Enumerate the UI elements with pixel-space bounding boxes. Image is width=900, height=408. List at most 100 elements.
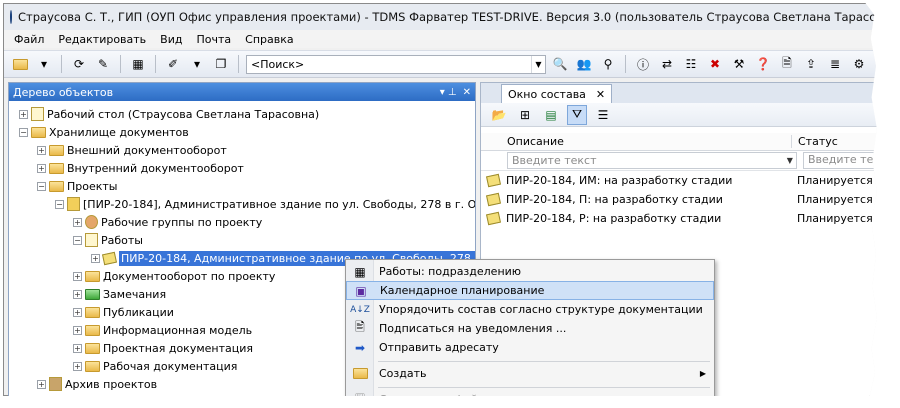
- calendar-grid-icon: ▦: [354, 264, 366, 279]
- context-menu-item-calendar-planning[interactable]: ▣ Календарное планирование: [346, 281, 714, 300]
- save-icon: 🖫: [354, 391, 366, 405]
- settings-icon[interactable]: ⚙: [849, 54, 869, 74]
- tree-item-projects[interactable]: − Проекты: [37, 177, 118, 195]
- sort-az-icon: A↓Z: [350, 304, 370, 315]
- menu-view[interactable]: Вид: [160, 33, 182, 46]
- tree-item-desktop[interactable]: + Рабочий стол (Страусова Светлана Тарас…: [19, 105, 319, 123]
- column-header-description[interactable]: Описание: [481, 135, 791, 148]
- help-icon[interactable]: ❓: [753, 54, 773, 74]
- context-menu-item-subscribe[interactable]: 🖹 Подписаться на уведомления ...: [346, 319, 714, 338]
- info-icon[interactable]: ⓘ: [633, 54, 653, 74]
- column-header-status[interactable]: Статус: [791, 135, 877, 148]
- tree-item-works[interactable]: − Работы: [73, 231, 143, 249]
- tree-item-archive[interactable]: + Архив проектов: [37, 375, 157, 393]
- close-icon[interactable]: ✕: [596, 88, 605, 101]
- expand-icon[interactable]: +: [73, 271, 82, 281]
- menu-file[interactable]: Файл: [14, 33, 44, 46]
- edit-icon[interactable]: ✎: [93, 54, 113, 74]
- expand-icon[interactable]: +: [73, 361, 82, 371]
- expand-icon[interactable]: +: [73, 289, 82, 299]
- expand-icon[interactable]: +: [37, 163, 46, 173]
- delete-icon[interactable]: ✖: [705, 54, 725, 74]
- chevron-down-icon[interactable]: ▼: [531, 55, 545, 73]
- search-icon[interactable]: 🔍: [550, 54, 570, 74]
- menu-help[interactable]: Справка: [245, 33, 293, 46]
- open-folder-icon[interactable]: [10, 54, 30, 74]
- tools-icon[interactable]: ⚒: [729, 54, 749, 74]
- tree-item-external-docflow[interactable]: + Внешний документооборот: [37, 141, 227, 159]
- expand-icon[interactable]: +: [19, 109, 28, 119]
- export-excel-icon[interactable]: ▤: [541, 105, 561, 125]
- pen-icon[interactable]: ✐: [163, 54, 183, 74]
- expand-icon[interactable]: +: [73, 325, 82, 335]
- table-row[interactable]: ПИР-20-184, П: на разработку стадии План…: [481, 190, 877, 209]
- tab-composition[interactable]: Окно состава ✕: [501, 84, 613, 103]
- users-icon[interactable]: ☷: [681, 54, 701, 74]
- expand-icon[interactable]: +: [91, 253, 100, 263]
- hierarchy-icon[interactable]: ⊞: [515, 105, 535, 125]
- status-filter-input[interactable]: Введите текст: [802, 152, 877, 169]
- work-icon: [485, 211, 502, 226]
- tree-item-work-groups[interactable]: + Рабочие группы по проекту: [73, 213, 262, 231]
- tree-item-project-docs[interactable]: + Проектная документация: [73, 339, 253, 357]
- description-filter-input[interactable]: Введите текст ▼: [507, 152, 797, 169]
- advanced-search-icon[interactable]: ⚲: [598, 54, 618, 74]
- context-menu-item-create[interactable]: Создать ▶: [346, 364, 714, 383]
- refresh-icon[interactable]: ⟳: [69, 54, 89, 74]
- list-icon[interactable]: ≣: [825, 54, 845, 74]
- dropdown-arrow-icon[interactable]: ▾: [187, 54, 207, 74]
- window-title: Страусова С. Т., ГИП (ОУП Офис управлени…: [18, 10, 900, 24]
- collapse-icon[interactable]: −: [19, 127, 28, 137]
- expand-icon[interactable]: +: [73, 343, 82, 353]
- tree-item-project-docflow[interactable]: + Документооборот по проекту: [73, 267, 275, 285]
- context-menu-item-save[interactable]: 🖫 Сохранить в файл: [346, 390, 714, 405]
- tree-item-working-docs[interactable]: + Рабочая документация: [73, 357, 237, 375]
- collapse-icon[interactable]: −: [37, 181, 46, 191]
- tree-item-label: Проекты: [67, 179, 118, 193]
- row-description: ПИР-20-184, П: на разработку стадии: [506, 193, 723, 206]
- tree-item-project[interactable]: − [ПИР-20-184], Административное здание …: [55, 195, 475, 213]
- menu-mail[interactable]: Почта: [196, 33, 231, 46]
- pin-icon[interactable]: ▾ ⊥: [440, 87, 457, 98]
- sync-icon[interactable]: ⇄: [657, 54, 677, 74]
- copy-icon[interactable]: ❐: [211, 54, 231, 74]
- tree-item-publications[interactable]: + Публикации: [73, 303, 174, 321]
- toolbar-separator: [238, 55, 239, 73]
- close-icon[interactable]: ✕: [463, 87, 471, 98]
- tree-item-remarks[interactable]: + Замечания: [73, 285, 166, 303]
- expand-icon[interactable]: +: [37, 379, 46, 389]
- search-input[interactable]: <Поиск> ▼: [246, 54, 546, 74]
- document-icon[interactable]: 🗎: [777, 54, 797, 74]
- tree-item-storage[interactable]: − Хранилище документов: [19, 123, 189, 141]
- user-search-icon[interactable]: 👥: [574, 54, 594, 74]
- context-menu-item-send[interactable]: ➡ Отправить адресату: [346, 338, 714, 357]
- collapse-icon[interactable]: −: [73, 235, 82, 245]
- filter-icon[interactable]: ⛛: [567, 104, 587, 125]
- expand-icon[interactable]: +: [73, 217, 82, 227]
- columns-icon[interactable]: ☰: [593, 105, 613, 125]
- table-row[interactable]: ПИР-20-184, ИМ: на разработку стадии Пла…: [481, 171, 877, 190]
- tree-item-info-model[interactable]: + Информационная модель: [73, 321, 252, 339]
- menu-bar: Файл Редактировать Вид Почта Справка: [4, 30, 877, 48]
- row-status: Планируется: [797, 193, 873, 206]
- context-menu-separator: [378, 387, 710, 388]
- tree-item-label: Внутренний документооборот: [67, 161, 244, 175]
- open-icon[interactable]: 📂: [489, 105, 509, 125]
- upload-icon[interactable]: ⇪: [801, 54, 821, 74]
- table-icon[interactable]: ▦: [128, 54, 148, 74]
- row-status: Планируется: [797, 174, 873, 187]
- filter-placeholder: Введите текст: [512, 154, 597, 167]
- expand-icon[interactable]: +: [37, 145, 46, 155]
- context-menu-item-works-by-department[interactable]: ▦ Работы: подразделению: [346, 262, 714, 281]
- object-tree-header: Дерево объектов ▾ ⊥ ✕: [9, 83, 475, 101]
- tree-item-label: Рабочая документация: [103, 359, 238, 373]
- chevron-down-icon[interactable]: ▼: [787, 156, 796, 165]
- toolbar-separator: [120, 55, 121, 73]
- menu-edit[interactable]: Редактировать: [58, 33, 146, 46]
- dropdown-arrow-icon[interactable]: ▾: [34, 54, 54, 74]
- expand-icon[interactable]: +: [73, 307, 82, 317]
- context-menu-item-sort-composition[interactable]: A↓Z Упорядочить состав согласно структур…: [346, 300, 714, 319]
- tree-item-internal-docflow[interactable]: + Внутренний документооборот: [37, 159, 244, 177]
- table-row[interactable]: ПИР-20-184, Р: на разработку стадии План…: [481, 209, 877, 228]
- collapse-icon[interactable]: −: [55, 199, 64, 209]
